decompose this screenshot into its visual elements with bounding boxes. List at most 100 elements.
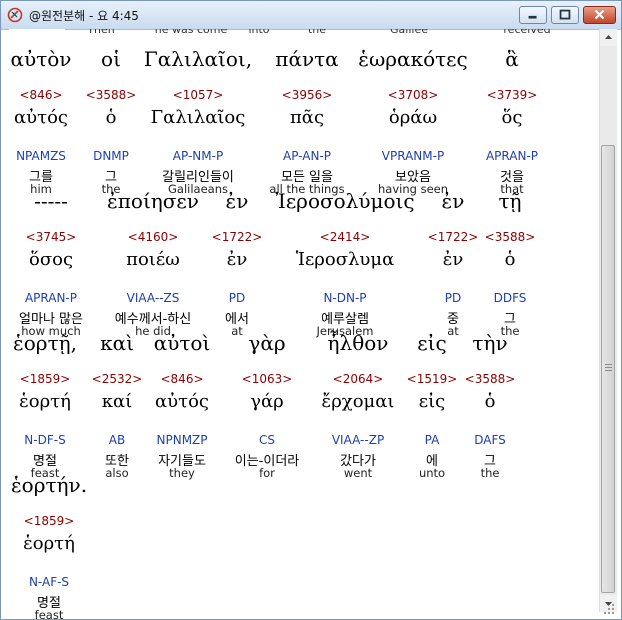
app-window: @원전분해 - 요 4:45 whenThenhe was comeintoth… <box>0 0 622 620</box>
greek-word[interactable]: τῇ <box>498 189 521 213</box>
greek-word[interactable]: ἦλθον <box>328 331 389 355</box>
lemma-word: Γαλιλαῖος <box>150 107 246 128</box>
partial-gloss: the <box>307 29 327 36</box>
partial-gloss: he was come <box>154 29 228 36</box>
english-gloss: feast <box>34 608 64 619</box>
minimize-button[interactable] <box>519 6 547 24</box>
strong-number: <3588> <box>484 230 536 244</box>
strong-number: <2414> <box>319 230 371 244</box>
parsing-code: VIAA--ZP <box>331 433 385 447</box>
partial-gloss: Galilee <box>390 29 428 36</box>
lemma-word: ὁ <box>484 391 496 412</box>
strong-number: <3956> <box>281 88 333 102</box>
greek-word[interactable]: ----- <box>34 189 68 213</box>
lemma-word: ἐν <box>226 249 248 270</box>
parsing-code: AP-AN-P <box>283 149 331 163</box>
english-gloss: also <box>105 466 129 480</box>
strong-number: <1859> <box>23 514 75 528</box>
maximize-button[interactable] <box>551 6 579 24</box>
scroll-thumb[interactable] <box>601 145 615 593</box>
parsing-code: N-DN-P <box>323 291 367 305</box>
vertical-scrollbar[interactable] <box>599 29 617 612</box>
english-gloss: at <box>447 324 459 338</box>
grip-line <box>605 367 612 368</box>
lemma-word: Ἱεροσλυμα <box>295 249 395 270</box>
parsing-code: DAFS <box>474 433 506 447</box>
strong-number: <1057> <box>172 88 224 102</box>
grip-line <box>605 370 612 371</box>
lemma-word: καί <box>101 391 133 412</box>
title-bar[interactable]: @원전분해 - 요 4:45 <box>1 1 621 30</box>
strong-number: <2532> <box>91 372 143 386</box>
scroll-up-button[interactable] <box>600 29 617 46</box>
greek-word[interactable]: ἐν <box>442 189 465 213</box>
english-gloss: the <box>480 466 500 480</box>
parsing-code: VIAA--ZS <box>126 291 180 305</box>
minimize-icon <box>528 15 537 19</box>
lemma-word: αὐτός <box>155 391 209 412</box>
greek-word[interactable]: καὶ <box>100 331 134 355</box>
greek-word[interactable]: οἱ <box>101 47 121 71</box>
strong-number: <846> <box>160 372 204 386</box>
parsing-code: PD <box>444 291 462 305</box>
lemma-word: ὁ <box>105 107 117 128</box>
greek-word[interactable]: ἃ <box>505 47 519 71</box>
greek-word[interactable]: εἰς <box>417 331 446 355</box>
strong-number: <2064> <box>332 372 384 386</box>
strong-number: <3708> <box>387 88 439 102</box>
lemma-word: εἰς <box>418 391 446 412</box>
greek-word[interactable]: ἑωρακότες <box>358 47 467 71</box>
grip-line <box>605 364 612 365</box>
greek-word[interactable]: ἑορτῇ, <box>13 331 77 355</box>
parsing-code: NPNMZP <box>156 433 208 447</box>
app-logo-icon <box>7 7 23 23</box>
parsing-code: PA <box>424 433 440 447</box>
strong-number: <3588> <box>85 88 137 102</box>
greek-word[interactable]: ἐν <box>226 189 249 213</box>
greek-word[interactable]: Ἰεροσολύμοις <box>275 189 414 213</box>
english-gloss: for <box>259 466 275 480</box>
partial-gloss: into <box>248 29 270 36</box>
strong-number: <1722> <box>211 230 263 244</box>
lemma-word: ποιέω <box>126 249 180 270</box>
greek-word[interactable]: τὴν <box>472 331 507 355</box>
parsing-code: N-DF-S <box>24 433 66 447</box>
interlinear-text-area[interactable]: whenThenhe was comeintotheGalileereceive… <box>1 29 599 619</box>
partial-gloss: received <box>503 29 551 36</box>
strong-number: <1722> <box>427 230 479 244</box>
lemma-word: ὁ <box>504 249 516 270</box>
selection-mask <box>9 29 65 43</box>
close-button[interactable] <box>583 6 616 24</box>
english-gloss: unto <box>418 466 446 480</box>
english-gloss: at <box>231 324 243 338</box>
greek-word[interactable]: ἑορτήν. <box>11 473 87 497</box>
strong-number: <3588> <box>464 372 516 386</box>
strong-number: <4160> <box>127 230 179 244</box>
greek-word[interactable]: αὐτοὶ <box>154 331 211 355</box>
maximize-icon <box>559 9 571 20</box>
parsing-code: APRAN-P <box>485 149 539 163</box>
greek-word[interactable]: γὰρ <box>248 331 285 355</box>
greek-word[interactable]: ἐποίησεν <box>107 189 199 213</box>
parsing-code: N-AF-S <box>28 575 70 589</box>
strong-number: <1519> <box>406 372 458 386</box>
lemma-word: γάρ <box>250 391 284 412</box>
greek-word[interactable]: πάντα <box>275 47 338 71</box>
parsing-code: PD <box>228 291 246 305</box>
arrow-up-icon <box>605 35 612 39</box>
lemma-word: ἔρχομαι <box>321 391 395 412</box>
greek-word[interactable]: Γαλιλαῖοι, <box>144 47 252 71</box>
parsing-code: AB <box>108 433 126 447</box>
parsing-code: AP-NM-P <box>172 149 224 163</box>
lemma-word: ἑορτή <box>23 533 75 554</box>
english-gloss: they <box>169 466 195 480</box>
lemma-word: ὁράω <box>388 107 438 128</box>
english-gloss: went <box>343 466 373 480</box>
resize-grip-icon[interactable] <box>601 601 617 617</box>
parsing-code: DNMP <box>93 149 129 163</box>
greek-word[interactable]: αὐτὸν <box>11 47 72 71</box>
close-icon <box>594 9 605 20</box>
parsing-code: NPAMZS <box>16 149 66 163</box>
strong-number: <846> <box>19 88 63 102</box>
lemma-word: αὐτός <box>14 107 68 128</box>
